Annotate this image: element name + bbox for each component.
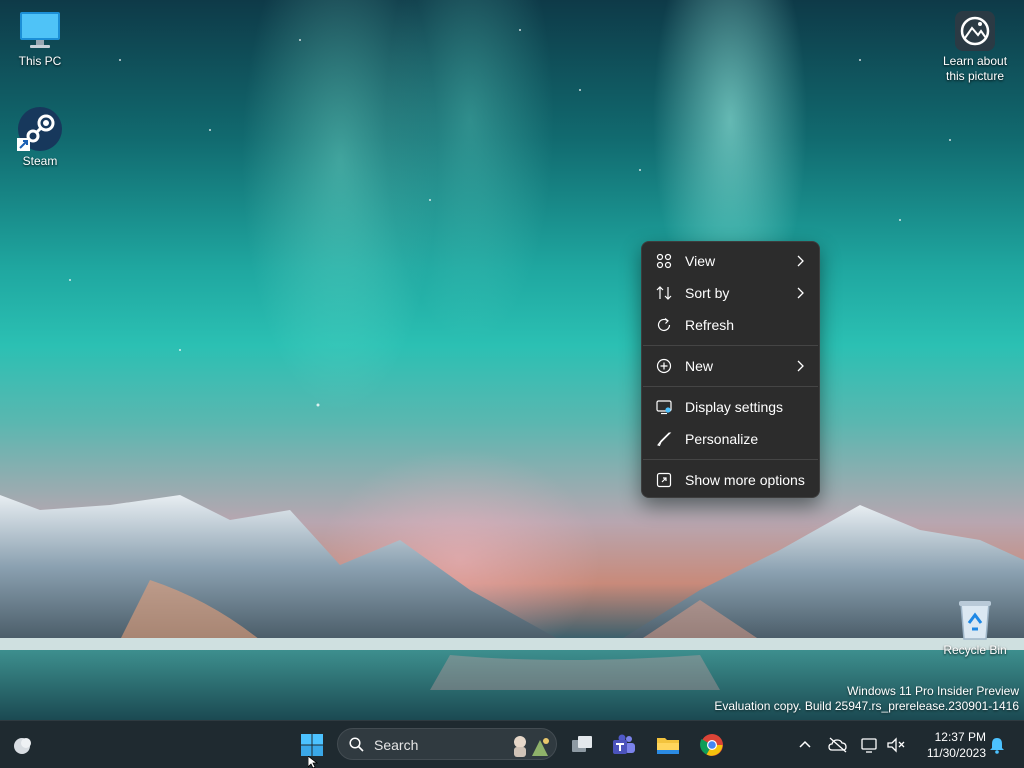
camera-icon [955, 11, 995, 51]
grid-view-icon [656, 253, 672, 269]
chevron-right-icon [797, 255, 804, 267]
desktop-icon-label: this picture [945, 69, 1005, 83]
menu-item-personalize[interactable]: Personalize [646, 424, 815, 454]
menu-separator [643, 459, 818, 460]
network-icon[interactable] [860, 736, 880, 754]
chrome-button[interactable] [694, 727, 730, 763]
menu-item-view[interactable]: View [646, 246, 815, 276]
volume-muted-icon[interactable] [886, 736, 906, 754]
search-label: Search [374, 737, 419, 753]
file-explorer-icon [657, 738, 679, 754]
chevron-right-icon [797, 360, 804, 372]
search-icon [349, 737, 364, 752]
taskbar-search-box[interactable]: Search [337, 728, 557, 760]
task-view-icon [572, 736, 592, 752]
steam-icon [17, 107, 62, 151]
menu-item-display-settings[interactable]: Display settings [646, 392, 815, 422]
menu-item-label: View [685, 253, 716, 269]
teams-button[interactable] [606, 727, 642, 763]
menu-item-label: Sort by [685, 285, 730, 301]
desktop-icon-this-pc[interactable]: This PC [0, 8, 80, 69]
watermark-line: Evaluation copy. Build 25947.rs_prerelea… [714, 699, 1019, 713]
desktop-icon-label: Recycle Bin [943, 643, 1007, 657]
mouse-cursor-icon [308, 756, 319, 768]
menu-item-label: Show more options [685, 472, 805, 488]
task-view-button[interactable] [564, 727, 600, 763]
chrome-icon [700, 734, 723, 756]
widgets-button[interactable] [4, 727, 40, 763]
desktop-icon-label: This PC [18, 54, 62, 68]
watermark-line: Windows 11 Pro Insider Preview [847, 684, 1019, 698]
clock-date: 11/30/2023 [926, 746, 986, 760]
desktop-context-menu: View Sort by Refresh New Display setting… [641, 241, 820, 498]
taskbar: Search 12:37 PM 11/30/2023 [0, 720, 1024, 768]
brush-icon [657, 432, 672, 447]
expand-icon [656, 472, 672, 488]
weather-cloud-icon [14, 738, 31, 754]
sort-icon [656, 286, 672, 300]
search-highlight-icon [514, 736, 549, 757]
menu-item-refresh[interactable]: Refresh [646, 310, 815, 340]
file-explorer-button[interactable] [650, 727, 686, 763]
menu-item-new[interactable]: New [646, 351, 815, 381]
display-settings-icon [656, 400, 672, 415]
recycle-bin-icon [959, 601, 991, 640]
plus-circle-icon [656, 358, 672, 374]
menu-item-label: New [685, 358, 714, 374]
build-watermark: Windows 11 Pro Insider Preview Evaluatio… [714, 684, 1019, 714]
onedrive-offline-icon[interactable] [828, 736, 848, 754]
desktop-icon-label: Steam [22, 154, 58, 168]
wallpaper-stars [69, 29, 951, 407]
chevron-up-icon[interactable] [798, 738, 812, 752]
menu-item-show-more-options[interactable]: Show more options [646, 465, 815, 495]
menu-item-label: Personalize [685, 431, 759, 447]
start-icon [301, 734, 323, 756]
menu-separator [643, 345, 818, 346]
menu-item-label: Refresh [685, 317, 735, 333]
desktop-icon-label: Learn about [942, 54, 1008, 68]
teams-icon [613, 734, 635, 754]
desktop-icon-recycle-bin[interactable]: Recycle Bin [935, 597, 1015, 658]
menu-separator [643, 386, 818, 387]
desktop-icon-learn-about-picture[interactable]: Learn about this picture [935, 10, 1015, 84]
taskbar-clock[interactable]: 12:37 PM 11/30/2023 [927, 729, 986, 761]
menu-item-sort-by[interactable]: Sort by [646, 278, 815, 308]
notification-bell-icon[interactable] [988, 736, 1006, 754]
desktop-icon-steam[interactable]: Steam [0, 106, 80, 169]
chevron-right-icon [797, 287, 804, 299]
clock-time: 12:37 PM [934, 730, 986, 744]
computer-icon [20, 12, 60, 48]
refresh-icon [657, 318, 671, 331]
menu-item-label: Display settings [685, 399, 784, 415]
